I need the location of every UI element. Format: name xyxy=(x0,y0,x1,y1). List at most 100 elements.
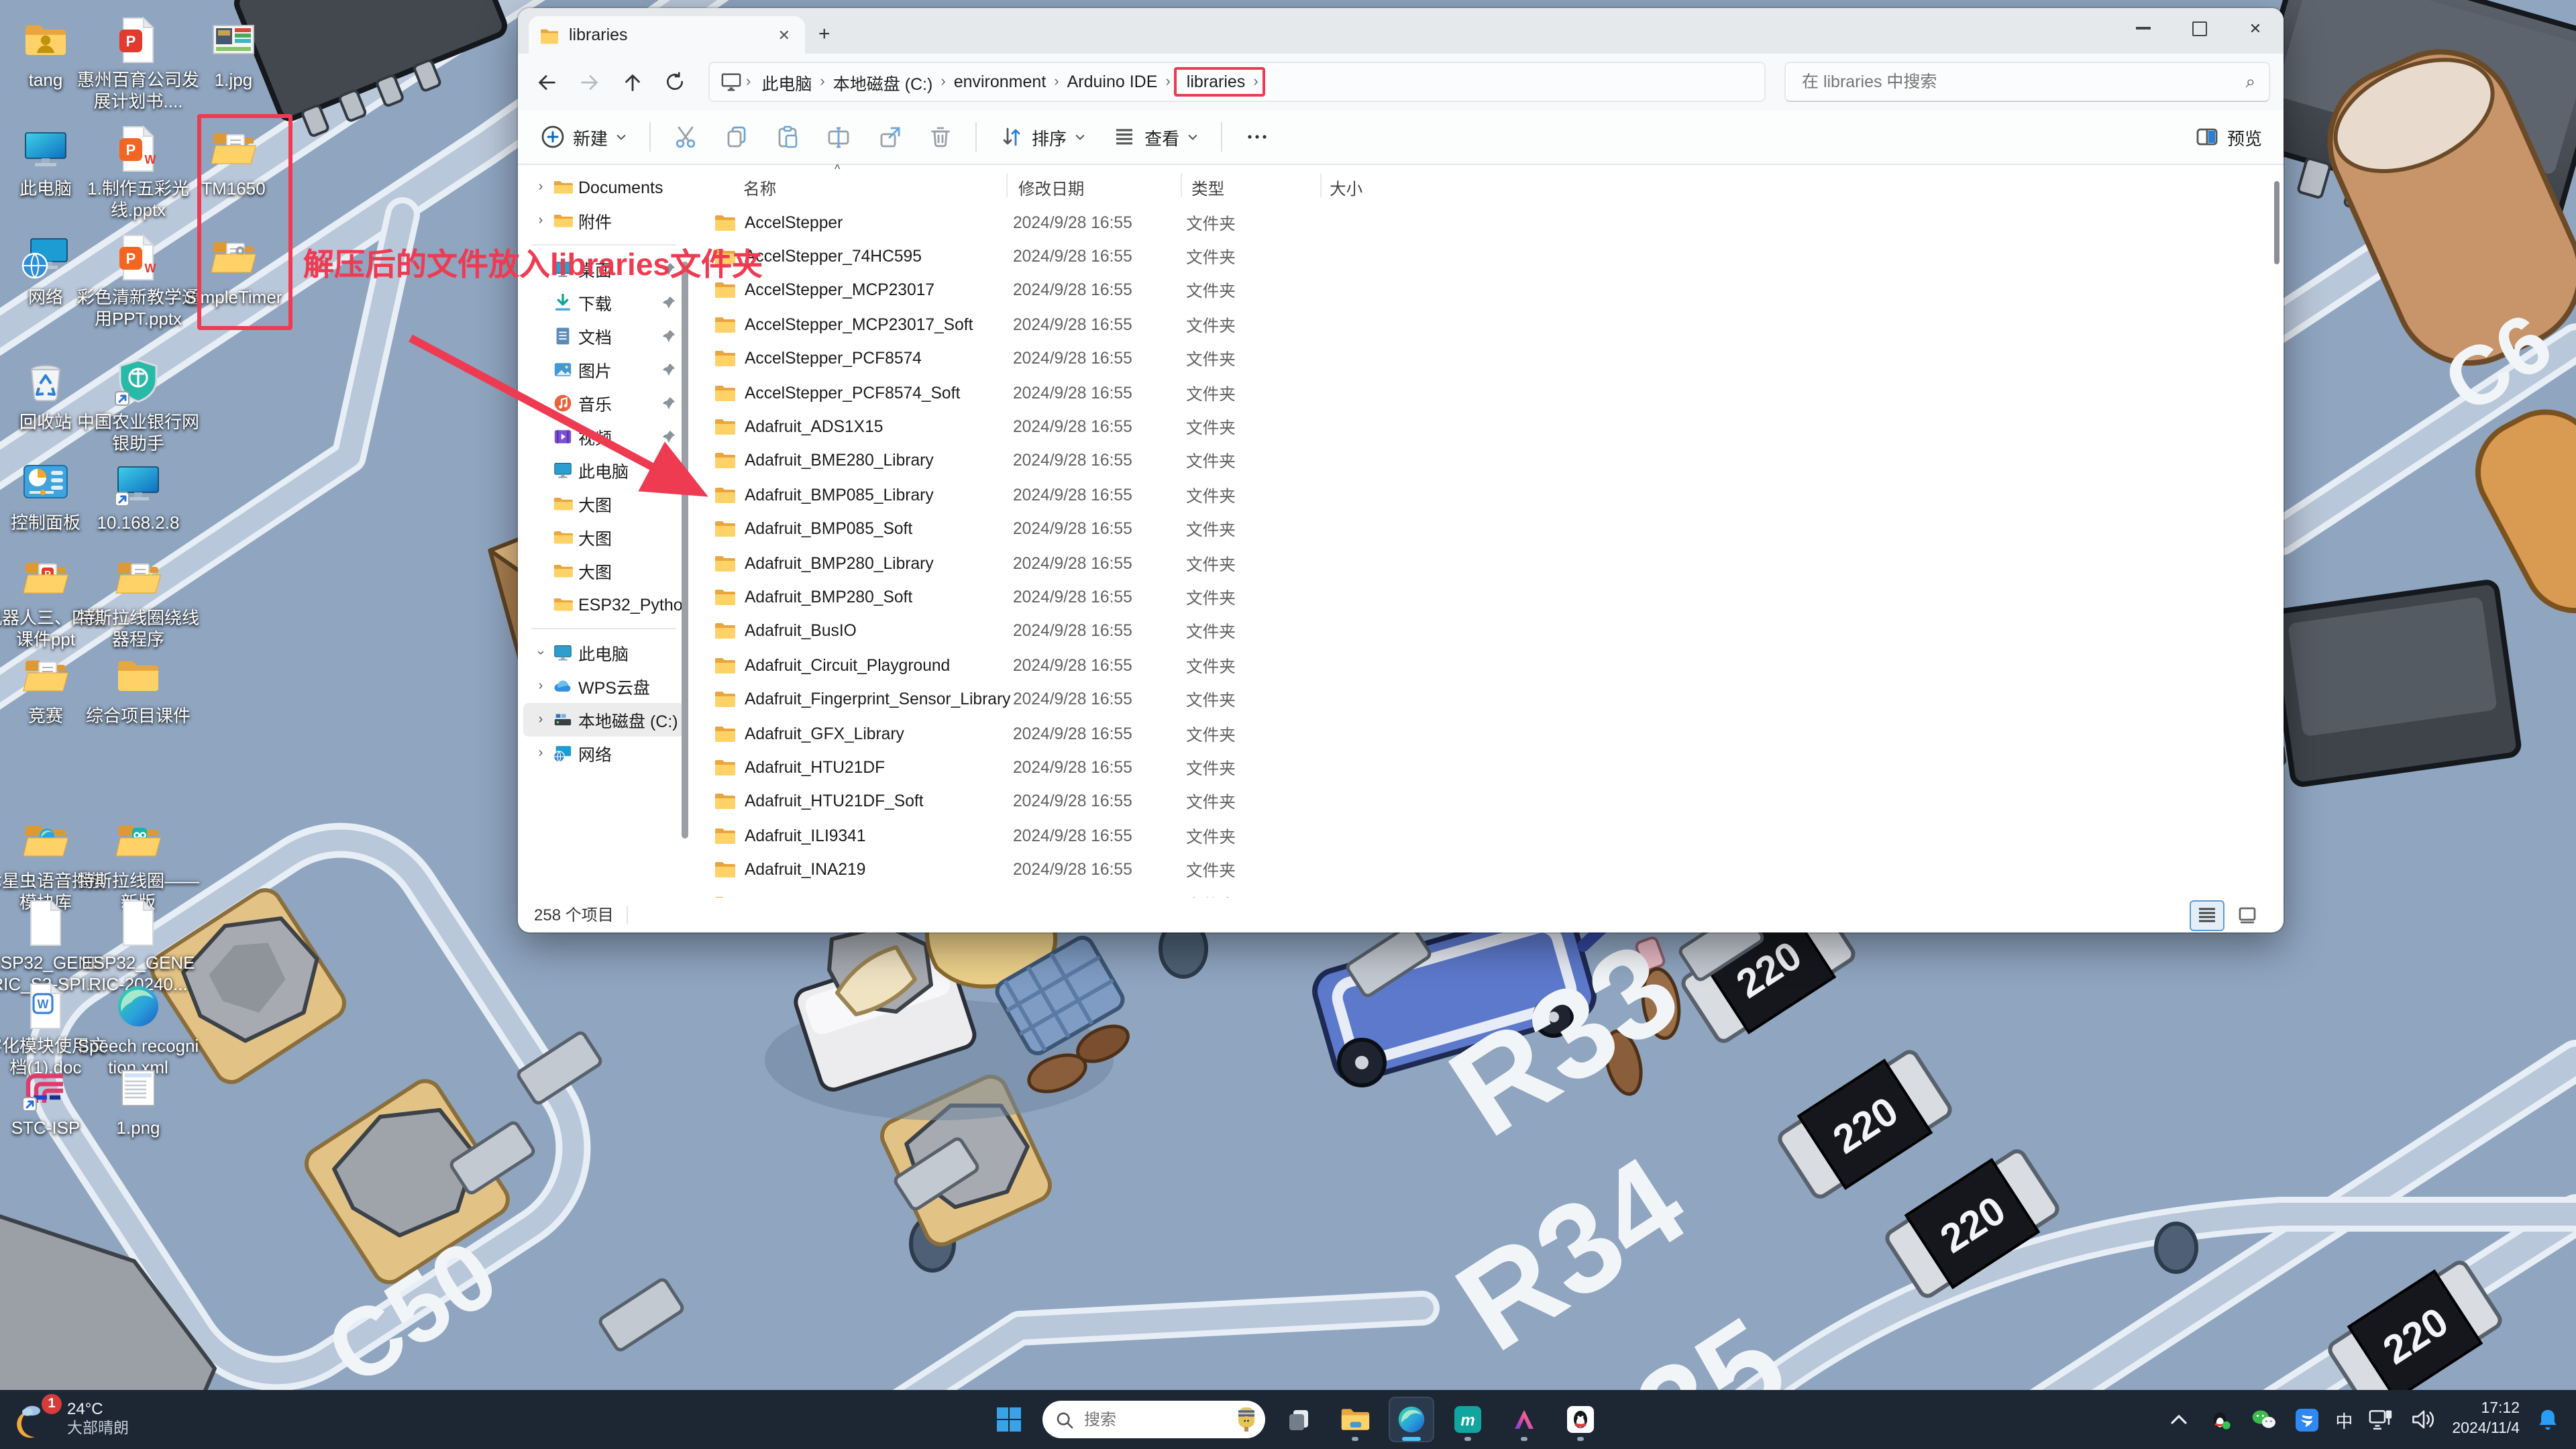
file-row[interactable]: AccelStepper_MCP23017 2024/9/28 16:55 文件… xyxy=(690,274,2267,308)
desktop-icon-file[interactable]: ESP32_GENERIC-20240... xyxy=(76,898,200,994)
chevron-icon[interactable]: › xyxy=(534,746,547,761)
delete-button[interactable] xyxy=(916,117,965,157)
desktop-icon-folder-doc[interactable]: TM1650 xyxy=(172,123,295,199)
desktop-icon-image[interactable]: 1.jpg xyxy=(172,15,295,91)
column-date[interactable]: 修改日期 xyxy=(1018,176,1084,200)
chevron-icon[interactable]: › xyxy=(534,645,547,660)
preview-button[interactable]: 预览 xyxy=(2183,117,2273,157)
sidebar-item-网络[interactable]: ›网络 xyxy=(523,737,684,770)
tray-dingtalk[interactable] xyxy=(2292,1405,2322,1434)
sidebar-item-ESP32_Python[interactable]: ESP32_Python xyxy=(523,588,684,621)
sidebar-scrollbar[interactable] xyxy=(682,262,688,839)
new-button[interactable]: 新建 xyxy=(529,117,639,157)
column-size[interactable]: 大小 xyxy=(1330,176,1362,200)
breadcrumb-environment[interactable]: environment xyxy=(947,70,1053,94)
desktop-icon-image2[interactable]: 1.png xyxy=(76,1063,200,1138)
column-name[interactable]: 名称 xyxy=(743,176,776,200)
desktop-icon-pc[interactable]: 10.168.2.8 xyxy=(76,458,200,533)
desktop-icon-bank[interactable]: 中国农业银行网银助手 xyxy=(76,357,200,453)
file-row[interactable]: Adafruit_INA219 2024/9/28 16:55 文件夹 xyxy=(690,853,2267,887)
breadcrumb-本地磁盘 (C:)[interactable]: 本地磁盘 (C:) xyxy=(826,66,940,97)
breadcrumb-libraries[interactable]: libraries xyxy=(1180,70,1252,94)
file-row[interactable]: Adafruit_BMP280_Soft 2024/9/28 16:55 文件夹 xyxy=(690,580,2267,614)
task-view-button[interactable] xyxy=(1276,1397,1322,1442)
sidebar-item-音乐[interactable]: 音乐 xyxy=(523,386,684,420)
ime-indicator[interactable]: 中 xyxy=(2335,1407,2353,1432)
sidebar-item-图片[interactable]: 图片 xyxy=(523,353,684,386)
sidebar-item-大图[interactable]: 大图 xyxy=(523,521,684,554)
desktop-icon-folder-gear[interactable]: SimpleTimer xyxy=(172,232,295,308)
sidebar-item-下载[interactable]: 下载 xyxy=(523,286,684,319)
maximize-button[interactable] xyxy=(2171,8,2227,48)
chevron-icon[interactable]: › xyxy=(534,213,547,228)
refresh-button[interactable] xyxy=(657,64,692,99)
sidebar-item-WPS云盘[interactable]: ›WPS云盘 xyxy=(523,669,684,703)
breadcrumb-Arduino IDE[interactable]: Arduino IDE xyxy=(1061,70,1165,94)
chevron-icon[interactable]: › xyxy=(534,679,547,694)
taskbar-app-a[interactable] xyxy=(1501,1397,1547,1442)
chevron-icon[interactable]: › xyxy=(534,180,547,195)
copy-button[interactable] xyxy=(712,117,761,157)
sidebar-item-此电脑[interactable]: 此电脑 xyxy=(523,453,684,487)
file-row[interactable]: Adafruit_Circuit_Playground 2024/9/28 16… xyxy=(690,648,2267,682)
paste-button[interactable] xyxy=(763,117,812,157)
file-row[interactable]: AccelStepper_PCF8574 2024/9/28 16:55 文件夹 xyxy=(690,341,2267,376)
start-button[interactable] xyxy=(986,1397,1032,1442)
large-icons-view-button[interactable] xyxy=(2230,900,2265,930)
sidebar-item-此电脑[interactable]: ›此电脑 xyxy=(523,636,684,669)
chevron-icon[interactable]: › xyxy=(534,712,547,727)
notification-bell[interactable] xyxy=(2533,1405,2563,1434)
desktop-icon-folder[interactable]: 综合项目课件 xyxy=(76,651,200,727)
tray-qq[interactable] xyxy=(2206,1405,2236,1434)
sidebar-item-本地磁盘 (C:)[interactable]: ›本地磁盘 (C:) xyxy=(523,703,684,737)
file-row[interactable]: Adafruit_ADS1X15 2024/9/28 16:55 文件夹 xyxy=(690,410,2267,444)
sidebar-item-文档[interactable]: 文档 xyxy=(523,319,684,353)
file-row[interactable]: Adafruit_ILI9341 2024/9/28 16:55 文件夹 xyxy=(690,818,2267,853)
taskbar-app-m[interactable]: m xyxy=(1445,1397,1491,1442)
file-row[interactable]: Adafruit_BMP280_Library 2024/9/28 16:55 … xyxy=(690,546,2267,580)
hidden-icons-chevron[interactable] xyxy=(2163,1405,2193,1434)
close-button[interactable]: ✕ xyxy=(2227,8,2284,48)
clock[interactable]: 17:12 2024/11/4 xyxy=(2452,1399,2520,1440)
sidebar-item-大图[interactable]: 大图 xyxy=(523,487,684,521)
breadcrumb-此电脑[interactable]: 此电脑 xyxy=(755,66,818,97)
taskbar-qq[interactable] xyxy=(1558,1397,1603,1442)
taskbar-search[interactable] xyxy=(1042,1401,1265,1438)
search-input[interactable] xyxy=(1799,71,2245,93)
file-row[interactable]: Adafruit_HTU21DF 2024/9/28 16:55 文件夹 xyxy=(690,751,2267,785)
cut-button[interactable] xyxy=(661,117,710,157)
share-button[interactable] xyxy=(865,117,914,157)
tab-close-icon[interactable]: ✕ xyxy=(774,26,794,44)
file-row[interactable]: Adafruit_GFX_Library 2024/9/28 16:55 文件夹 xyxy=(690,716,2267,751)
file-row[interactable]: Adafruit_Fingerprint_Sensor_Library 2024… xyxy=(690,682,2267,716)
file-row[interactable]: Adafruit_BMP085_Library 2024/9/28 16:55 … xyxy=(690,478,2267,512)
sidebar-item-视频[interactable]: 视频 xyxy=(523,420,684,453)
search-field[interactable]: ⌕ xyxy=(1784,62,2270,102)
file-row[interactable]: Adafruit_HTU21DF_Soft 2024/9/28 16:55 文件… xyxy=(690,784,2267,818)
file-row[interactable]: AccelStepper_74HC595 2024/9/28 16:55 文件夹 xyxy=(690,239,2267,274)
weather-widget[interactable]: 1 24°C 大部晴朗 xyxy=(16,1399,284,1440)
volume-icon[interactable] xyxy=(2409,1405,2438,1434)
sort-button[interactable]: 排序 xyxy=(987,117,1097,157)
details-view-button[interactable] xyxy=(2190,900,2224,930)
rename-button[interactable] xyxy=(814,117,863,157)
desktop-icon-folder-doc[interactable]: 特斯拉线圈绕线器程序 xyxy=(76,553,200,649)
taskbar-search-input[interactable] xyxy=(1081,1409,1228,1430)
file-row[interactable]: Adafruit_BMP085_Soft 2024/9/28 16:55 文件夹 xyxy=(690,512,2267,546)
file-list-scrollbar[interactable] xyxy=(2274,181,2279,264)
back-button[interactable] xyxy=(529,64,564,99)
minimize-button[interactable] xyxy=(2114,8,2171,48)
sidebar-item-大图[interactable]: 大图 xyxy=(523,554,684,588)
network-status-icon[interactable] xyxy=(2366,1405,2396,1434)
taskbar-file-explorer[interactable] xyxy=(1332,1397,1378,1442)
file-row[interactable]: AccelStepper_PCF8574_Soft 2024/9/28 16:5… xyxy=(690,376,2267,410)
tab-libraries[interactable]: libraries ✕ xyxy=(529,16,805,54)
new-tab-button[interactable]: + xyxy=(818,23,830,46)
file-row[interactable]: Adafruit_BME280_Library 2024/9/28 16:55 … xyxy=(690,443,2267,478)
more-button[interactable] xyxy=(1233,117,1281,157)
file-row[interactable]: Adafruit_BusIO 2024/9/28 16:55 文件夹 xyxy=(690,614,2267,648)
up-button[interactable] xyxy=(614,64,649,99)
sidebar-item-Documents[interactable]: ›Documents xyxy=(523,170,684,204)
column-type[interactable]: 类型 xyxy=(1191,176,1224,200)
file-row[interactable]: AccelStepper_MCP23017_Soft 2024/9/28 16:… xyxy=(690,307,2267,341)
